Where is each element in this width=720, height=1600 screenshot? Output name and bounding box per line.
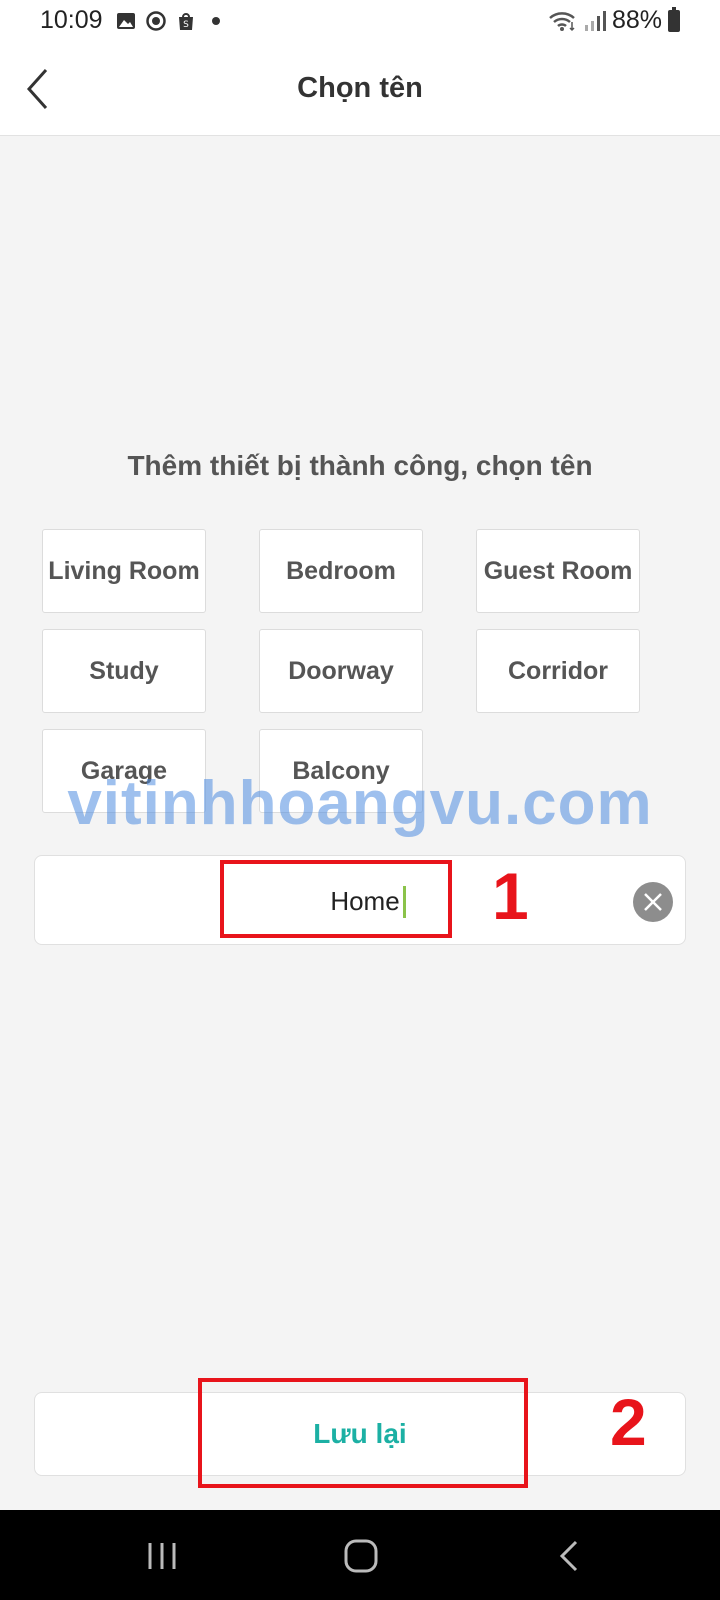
suggestion-balcony[interactable]: Balcony (259, 729, 423, 813)
signal-icon (584, 10, 606, 31)
image-icon (117, 13, 135, 29)
status-bar: 10:09 S 88% (0, 0, 720, 44)
home-button[interactable] (342, 1536, 382, 1576)
battery-icon (668, 6, 680, 32)
back-icon (559, 1540, 578, 1572)
recents-button[interactable] (142, 1536, 182, 1576)
system-nav-bar (0, 1510, 720, 1600)
clear-button[interactable] (633, 882, 673, 922)
suggestion-garage[interactable]: Garage (42, 729, 206, 813)
suggestion-guest-room[interactable]: Guest Room (476, 529, 640, 613)
suggestion-bedroom[interactable]: Bedroom (259, 529, 423, 613)
suggestion-study[interactable]: Study (42, 629, 206, 713)
battery-percent: 88% (611, 6, 662, 34)
save-button[interactable]: Lưu lại (34, 1392, 686, 1476)
system-status: 88% (548, 6, 680, 35)
dot-icon (212, 17, 220, 25)
device-name-field (34, 855, 686, 945)
text-caret (403, 886, 406, 918)
notification-icons: S (116, 11, 220, 31)
device-name-input[interactable] (235, 881, 495, 921)
wifi-icon (549, 11, 575, 31)
target-icon (146, 11, 166, 31)
clear-icon (644, 893, 662, 911)
status-time: 10:09 (40, 6, 103, 34)
suggestion-corridor[interactable]: Corridor (476, 629, 640, 713)
shop-icon: S (179, 13, 193, 30)
page-title: Chọn tên (297, 72, 423, 104)
app-header: Chọn tên (0, 44, 720, 136)
suggestion-doorway[interactable]: Doorway (259, 629, 423, 713)
suggestion-living-room[interactable]: Living Room (42, 529, 206, 613)
success-message: Thêm thiết bị thành công, chọn tên (127, 450, 593, 481)
system-back-button[interactable] (550, 1536, 590, 1576)
svg-text:S: S (183, 20, 189, 30)
home-icon (344, 1539, 378, 1573)
recents-icon (148, 1543, 176, 1569)
